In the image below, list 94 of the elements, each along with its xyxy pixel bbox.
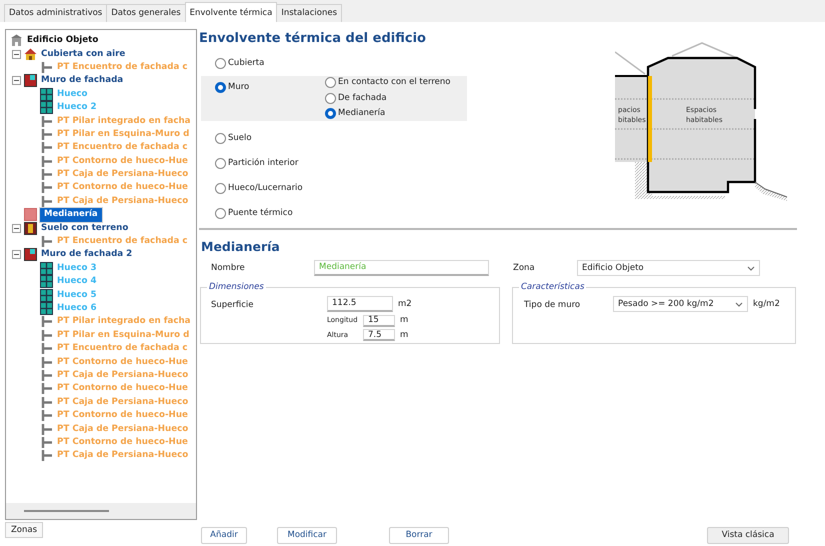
thermal-bridge-icon — [40, 328, 53, 342]
tab[interactable]: Instalaciones — [276, 4, 342, 22]
tab[interactable]: Datos administrativos — [4, 4, 108, 22]
thermal-bridge-icon — [40, 409, 53, 422]
radio-button[interactable] — [215, 82, 226, 92]
thermal-bridge-icon — [40, 396, 53, 409]
action-button[interactable]: Añadir — [201, 527, 247, 544]
tree-item[interactable]: Suelo con terreno — [39, 222, 130, 234]
window-icon — [40, 262, 53, 275]
select-value: Pesado >= 200 kg/m2 — [618, 298, 714, 311]
thermal-bridge-icon — [40, 315, 53, 328]
height-field[interactable]: 7.5 — [363, 329, 395, 342]
radio-label: Medianería — [338, 107, 386, 120]
tab[interactable]: Envolvente térmica — [184, 2, 278, 22]
area-field[interactable]: 112.5 — [327, 296, 393, 312]
tree-item[interactable]: Cubierta con aire — [39, 48, 128, 60]
collapse-icon[interactable] — [12, 50, 21, 59]
tree-item[interactable]: Muro de fachada 2 — [39, 249, 134, 260]
radio-option[interactable]: De fachada — [325, 92, 450, 104]
wall-icon — [24, 208, 37, 222]
length-field[interactable]: 15 — [363, 314, 395, 327]
radio-option[interactable]: Partición interior — [215, 156, 298, 170]
wall-type-select[interactable]: Pesado >= 200 kg/m2 — [613, 296, 748, 312]
thermal-bridge-icon — [40, 356, 53, 369]
radio-button[interactable] — [325, 76, 336, 88]
section-title: Envolvente térmica del edificio — [199, 30, 427, 48]
thermal-bridge-icon — [40, 154, 53, 168]
unit-label: m — [400, 314, 408, 327]
radio-button[interactable] — [325, 108, 336, 120]
tree-item[interactable]: Muro de fachada — [39, 75, 126, 86]
field-label: Nombre — [210, 262, 246, 275]
chevron-icon — [747, 266, 755, 271]
radio-option[interactable]: Cubierta — [215, 56, 264, 70]
radio-button[interactable] — [215, 208, 226, 218]
window-icon — [40, 302, 53, 315]
radio-button[interactable] — [215, 132, 226, 144]
thermal-bridge-icon — [40, 436, 53, 449]
radio-option[interactable]: Puente térmico — [215, 206, 293, 220]
radio-label: Cubierta — [228, 56, 264, 70]
zones-button[interactable]: Zonas — [5, 522, 43, 538]
thermal-bridge-icon — [40, 194, 53, 208]
thermal-bridge-icon — [40, 60, 53, 74]
radio-label: Puente térmico — [228, 206, 293, 220]
thermal-bridge-icon — [40, 342, 53, 356]
radio-option[interactable]: Suelo — [215, 132, 252, 144]
thermal-bridge-icon — [40, 128, 53, 141]
collapse-icon[interactable] — [12, 76, 21, 86]
radio-button[interactable] — [325, 92, 336, 104]
thermal-bridge-icon — [40, 168, 53, 182]
radio-label: Muro — [228, 80, 250, 94]
collapse-icon[interactable] — [12, 224, 21, 233]
thermal-bridge-icon — [40, 449, 53, 462]
zone-select[interactable]: Edificio Objeto — [577, 260, 760, 276]
collapse-icon[interactable] — [12, 250, 21, 260]
window-icon — [40, 275, 53, 288]
unit-label: m2 — [398, 298, 412, 311]
radio-button[interactable] — [215, 58, 226, 68]
house-icon — [24, 48, 37, 61]
thermal-bridge-icon — [40, 141, 53, 154]
thermal-bridge-icon — [40, 114, 53, 128]
action-button[interactable]: Borrar — [389, 527, 449, 544]
field-label: Superficie — [211, 299, 255, 312]
section-title: Medianería — [201, 238, 281, 256]
radio-button[interactable] — [215, 182, 226, 194]
wall-icon — [24, 248, 37, 262]
thermal-bridge-icon — [40, 368, 53, 382]
thermal-bridge-icon — [40, 422, 53, 436]
scroll-thumb[interactable] — [24, 510, 109, 512]
thermal-bridge-icon — [40, 181, 53, 194]
radio-label: Suelo — [228, 132, 252, 144]
select-value: Edificio Objeto — [582, 262, 644, 275]
action-button[interactable]: Modificar — [277, 527, 337, 544]
thermal-bridge-icon — [40, 235, 53, 248]
radio-option[interactable]: Medianería — [325, 107, 450, 120]
unit-label: m — [400, 329, 408, 342]
window-icon — [40, 101, 53, 114]
tree-item[interactable]: Medianería — [39, 206, 103, 223]
radio-label: De fachada — [338, 92, 387, 104]
building-icon — [10, 34, 23, 48]
chevron-icon — [735, 302, 743, 307]
radio-button[interactable] — [215, 158, 226, 168]
wall-icon — [24, 74, 37, 88]
field-label: Zona — [512, 262, 536, 275]
window-icon — [40, 288, 53, 302]
thermal-bridge-icon — [40, 382, 53, 396]
unit-label: kg/m2 — [753, 298, 780, 311]
window-icon — [40, 88, 53, 101]
radio-label: Partición interior — [228, 156, 298, 170]
field-label: Tipo de muro — [524, 299, 582, 312]
horizontal-scrollbar[interactable] — [6, 503, 196, 519]
tree-item[interactable]: Edificio Objeto — [25, 35, 100, 46]
radio-option[interactable]: Muro — [215, 80, 250, 94]
floor-icon — [24, 222, 37, 235]
classic-view-button[interactable]: Vista clásica — [707, 527, 789, 544]
